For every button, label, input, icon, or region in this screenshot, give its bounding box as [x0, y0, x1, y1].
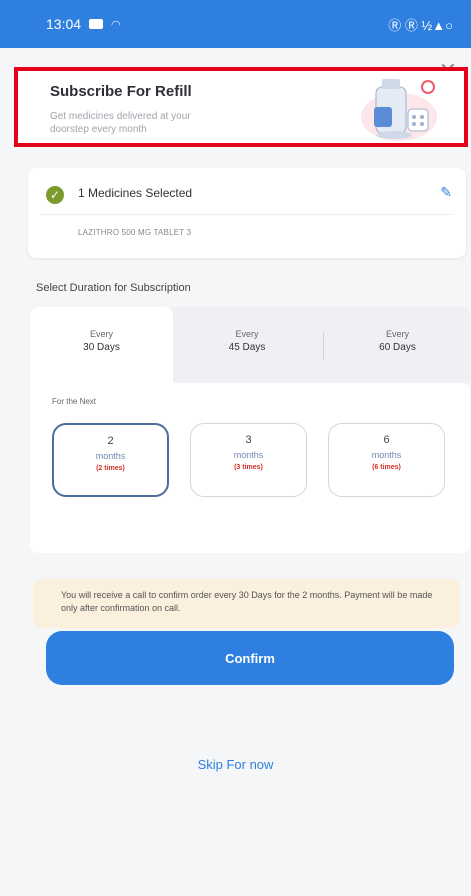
card-divider: [40, 214, 454, 215]
confirm-button[interactable]: Confirm: [46, 631, 454, 685]
medicine-name: LAZITHRO 500 MG TABLET 3: [78, 228, 192, 237]
option-number: 6: [383, 434, 390, 446]
tab-divider: [323, 332, 324, 360]
for-next-label: For the Next: [52, 397, 97, 406]
status-left: 13:04 ◠: [46, 16, 121, 32]
tab-line1: Every: [235, 329, 259, 339]
option-unit: months: [233, 450, 264, 460]
selected-medicines-card: ✓ 1 Medicines Selected ✎ LAZITHRO 500 MG…: [28, 168, 466, 258]
wifi-icon: ◠: [111, 18, 121, 31]
option-number: 2: [107, 435, 114, 447]
option-unit: months: [371, 450, 402, 460]
tab-line1: Every: [385, 329, 409, 339]
check-icon: ✓: [46, 186, 64, 204]
option-number: 3: [245, 434, 252, 446]
tab-every-60-days[interactable]: Every 60 Days: [325, 307, 470, 383]
tab-line2: 60 Days: [379, 342, 416, 353]
tab-every-45-days[interactable]: Every 45 Days: [173, 307, 321, 383]
medicines-selected-label: 1 Medicines Selected: [78, 186, 193, 200]
edit-pencil-icon[interactable]: ✎: [440, 184, 452, 201]
confirmation-note: You will receive a call to confirm order…: [33, 579, 460, 628]
medicine-illustration-icon: [361, 79, 437, 141]
status-indicators: Ⓡ Ⓡ ½▲○: [388, 17, 453, 33]
duration-tabs: Every 30 Days Every 45 Days Every 60 Day…: [30, 307, 470, 383]
tab-line1: Every: [89, 329, 113, 339]
option-unit: months: [95, 451, 126, 461]
status-time: 13:04: [46, 16, 82, 32]
skip-for-now-link[interactable]: Skip For now: [0, 757, 471, 772]
duration-section-label: Select Duration for Subscription: [36, 282, 191, 294]
option-2-months[interactable]: 2 months (2 times): [52, 423, 169, 497]
subscribe-banner: Subscribe For Refill Get medicines deliv…: [14, 67, 468, 147]
notification-icon: [89, 19, 104, 29]
option-3-months[interactable]: 3 months (3 times): [190, 423, 307, 497]
tab-every-30-days[interactable]: Every 30 Days: [30, 307, 173, 383]
option-6-months[interactable]: 6 months (6 times): [328, 423, 445, 497]
status-bar: 13:04 ◠ Ⓡ Ⓡ ½▲○: [0, 0, 471, 48]
option-times: (6 times): [372, 464, 401, 471]
option-times: (2 times): [96, 465, 125, 472]
banner-subtitle: Get medicines delivered at your doorstep…: [50, 111, 191, 135]
option-times: (3 times): [234, 464, 263, 471]
tab-line2: 45 Days: [228, 342, 266, 353]
months-panel: For the Next 2 months (2 times) 3 months…: [30, 383, 470, 553]
tab-line2: 30 Days: [83, 342, 120, 353]
